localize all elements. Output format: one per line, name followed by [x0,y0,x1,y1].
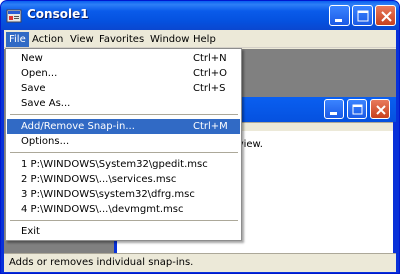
maximize-button[interactable] [352,5,373,26]
mmc-console-icon [6,9,22,23]
menu-item-exit[interactable]: Exit [7,224,240,239]
file-menu-dropdown: New Ctrl+N Open... Ctrl+O Save Ctrl+S Sa… [5,48,242,241]
menu-item-shortcut: Ctrl+S [193,83,226,94]
child-close-button[interactable] [370,99,390,119]
menu-item-label: New [21,53,43,64]
menu-favorites[interactable]: Favorites [96,32,147,47]
menu-file[interactable]: File [6,32,29,47]
minimize-button[interactable] [329,5,350,26]
child-minimize-button[interactable] [324,99,344,119]
menu-item-recent-4[interactable]: 4 P:\WINDOWS\...\devmgmt.msc [7,202,240,217]
menu-help[interactable]: Help [190,32,219,47]
menu-item-options[interactable]: Options... [7,134,240,149]
menu-item-new[interactable]: New Ctrl+N [7,51,240,66]
status-bar: Adds or removes individual snap-ins. [4,253,396,271]
menu-item-label: 2 P:\WINDOWS\...\services.msc [21,174,177,185]
menu-item-label: Exit [21,226,40,237]
maximize-icon [352,104,363,115]
menu-item-add-remove-snap-in[interactable]: Add/Remove Snap-in... Ctrl+M [7,119,240,134]
status-text: Adds or removes individual snap-ins. [9,257,194,268]
menu-item-label: Options... [21,136,70,147]
menu-separator [10,114,238,115]
close-icon [381,11,392,22]
menu-window[interactable]: Window [147,32,192,47]
menu-item-save[interactable]: Save Ctrl+S [7,81,240,96]
menu-bar: File Action View Favorites Window Help [4,30,396,48]
menu-item-shortcut: Ctrl+O [193,68,228,79]
close-icon [376,105,386,115]
menu-item-recent-3[interactable]: 3 P:\WINDOWS\system32\dfrg.msc [7,187,240,202]
menu-item-save-as[interactable]: Save As... [7,96,240,111]
menu-item-label: Save As... [21,98,71,109]
menu-view[interactable]: View [67,32,97,47]
menu-item-label: 3 P:\WINDOWS\system32\dfrg.msc [21,189,195,200]
menu-item-label: 4 P:\WINDOWS\...\devmgmt.msc [21,204,184,215]
close-button[interactable] [375,5,396,26]
menu-item-open[interactable]: Open... Ctrl+O [7,66,240,81]
window-title: Console1 [27,7,89,21]
menu-item-label: Open... [21,68,58,79]
menu-action[interactable]: Action [29,32,66,47]
menu-separator [10,220,238,221]
minimize-icon [330,112,337,115]
maximize-icon [357,10,369,22]
menu-item-label: Add/Remove Snap-in... [21,121,135,132]
menu-item-recent-1[interactable]: 1 P:\WINDOWS\System32\gpedit.msc [7,157,240,172]
menu-item-recent-2[interactable]: 2 P:\WINDOWS\...\services.msc [7,172,240,187]
menu-item-label: Save [21,83,46,94]
menu-item-label: 1 P:\WINDOWS\System32\gpedit.msc [21,159,208,170]
child-maximize-button[interactable] [347,99,367,119]
title-bar[interactable]: Console1 [1,1,399,30]
menu-item-shortcut: Ctrl+N [193,53,227,64]
menu-separator [10,152,238,153]
minimize-icon [335,19,342,22]
menu-item-shortcut: Ctrl+M [193,121,228,132]
